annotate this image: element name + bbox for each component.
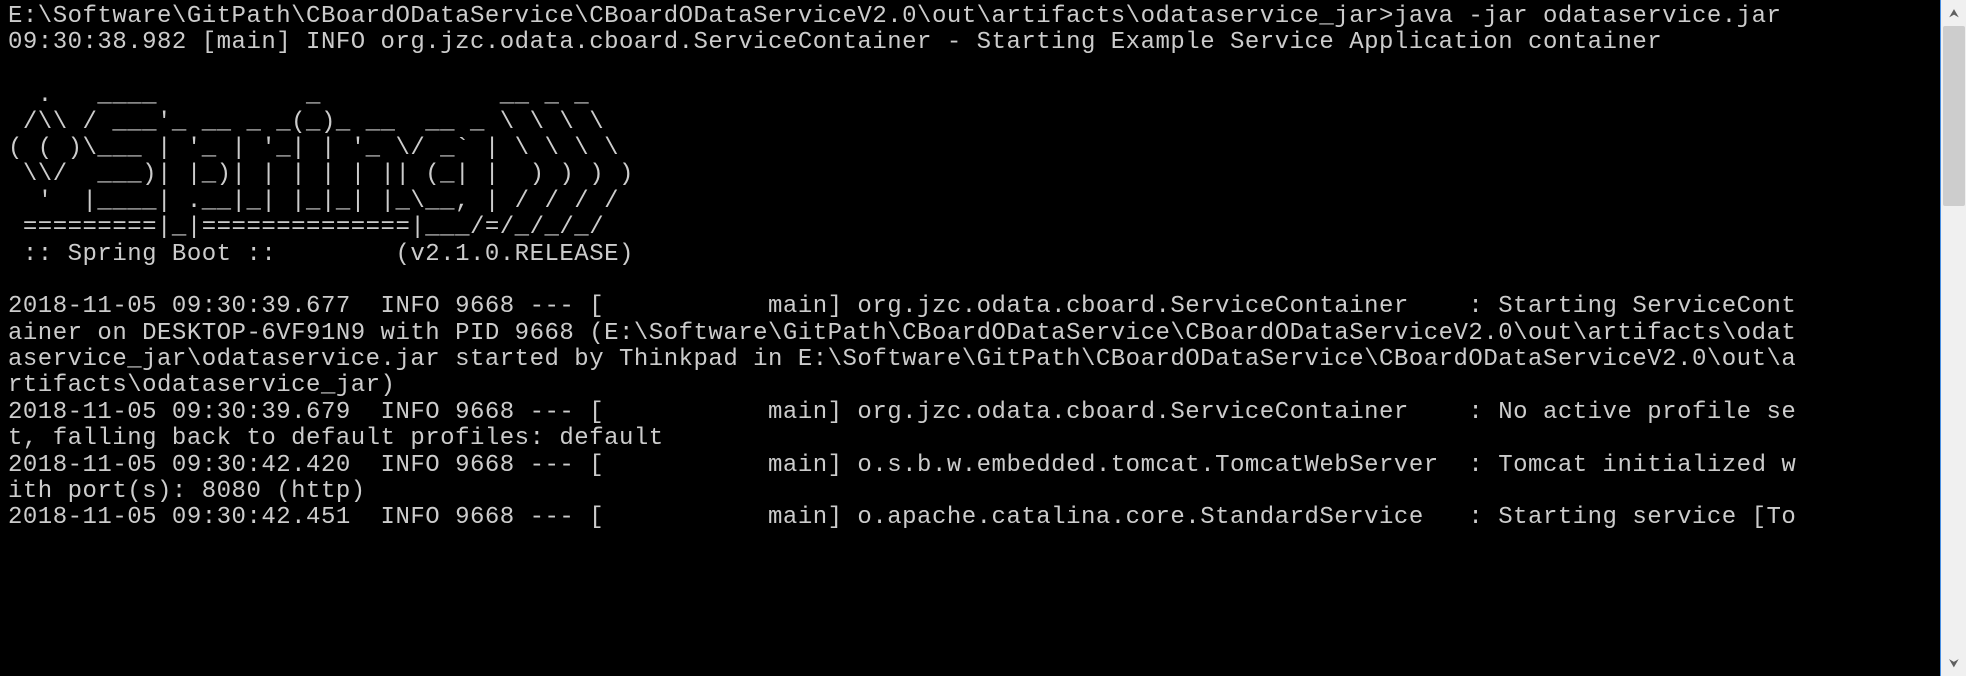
log-startup: 09:30:38.982 [main] INFO org.jzc.odata.c… [8, 29, 1662, 56]
prompt-line: E:\Software\GitPath\CBoardODataService\C… [8, 3, 1781, 30]
scroll-up-arrow-icon[interactable]: ⮝ [1941, 0, 1966, 26]
log-block: 2018-11-05 09:30:39.677 INFO 9668 --- [ … [8, 293, 1796, 531]
scroll-down-arrow-icon[interactable]: ⮟ [1941, 650, 1966, 676]
scrollbar-thumb[interactable] [1943, 26, 1965, 206]
spring-boot-version: :: Spring Boot :: (v2.1.0.RELEASE) [8, 241, 634, 268]
spring-ascii-art: . ____ _ __ _ _ /\\ / ___'_ __ _ _(_)_ _… [8, 82, 634, 241]
terminal-output[interactable]: E:\Software\GitPath\CBoardODataService\C… [0, 0, 1940, 676]
vertical-scrollbar[interactable]: ⮝ ⮟ [1940, 0, 1966, 676]
